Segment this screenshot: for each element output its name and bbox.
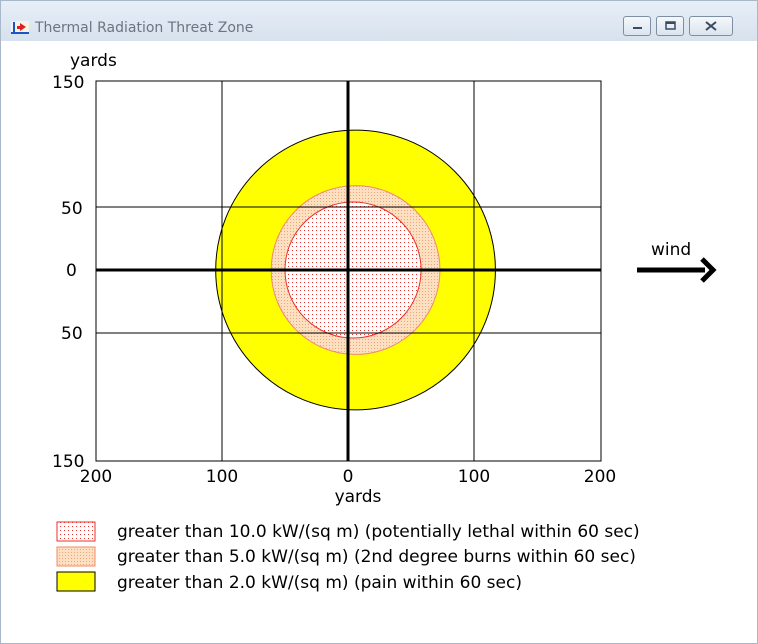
legend-swatch-lethal — [56, 521, 96, 542]
x-tick-label: 200 — [80, 467, 112, 487]
y-axis-title: yards — [70, 51, 117, 71]
y-tick-label: 0 — [66, 261, 77, 281]
x-tick-label: 200 — [584, 467, 616, 487]
close-icon — [705, 21, 717, 31]
x-tick-label: 100 — [206, 467, 238, 487]
client-area: yards 150 50 0 50 150 200 100 0 100 200 … — [7, 41, 751, 637]
title-bar[interactable]: Thermal Radiation Threat Zone — [1, 1, 757, 41]
window-title: Thermal Radiation Threat Zone — [35, 20, 254, 36]
maximize-icon — [665, 21, 676, 30]
wind-label: wind — [651, 240, 691, 260]
legend-label-burns: greater than 5.0 kW/(sq m) (2nd degree b… — [117, 547, 636, 567]
wind-arrow-icon — [637, 257, 717, 283]
x-axis-title: yards — [335, 487, 382, 507]
legend: greater than 10.0 kW/(sq m) (potentially… — [56, 521, 640, 593]
y-tick-label: 50 — [61, 199, 83, 219]
threat-zone-plot: yards 150 50 0 50 150 200 100 0 100 200 … — [52, 51, 717, 593]
legend-swatch-pain — [56, 571, 96, 592]
x-tick-label: 0 — [343, 467, 354, 487]
close-button[interactable] — [689, 16, 733, 36]
legend-swatch-burns — [56, 546, 96, 567]
legend-label-pain: greater than 2.0 kW/(sq m) (pain within … — [117, 573, 522, 593]
minimize-button[interactable] — [623, 16, 651, 36]
y-tick-label: 150 — [52, 73, 84, 93]
legend-label-lethal: greater than 10.0 kW/(sq m) (potentially… — [117, 522, 640, 542]
app-icon — [11, 21, 29, 34]
app-window: Thermal Radiation Threat Zone yards 150 … — [0, 0, 758, 644]
x-tick-label: 100 — [458, 467, 490, 487]
maximize-button[interactable] — [656, 16, 684, 36]
y-tick-label: 50 — [61, 324, 83, 344]
minimize-icon — [633, 27, 642, 29]
